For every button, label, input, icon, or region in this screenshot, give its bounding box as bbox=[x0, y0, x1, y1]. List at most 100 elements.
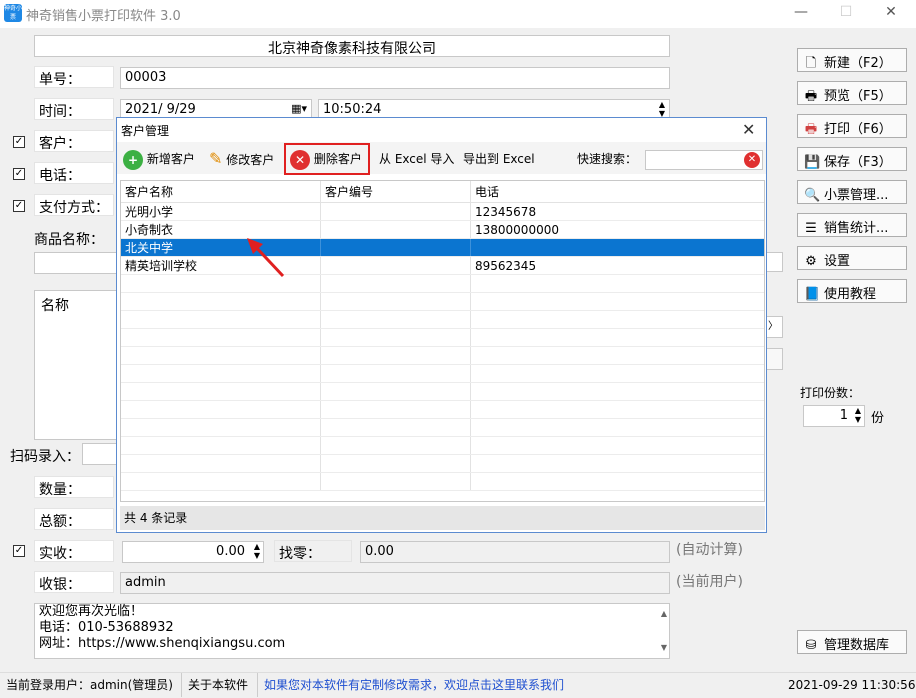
custom-request-link[interactable]: 如果您对本软件有定制修改需求，欢迎点击这里联系我们 bbox=[257, 673, 564, 697]
preview-icon: 🖶 bbox=[804, 89, 818, 104]
footer-line: 电话：010-53688932 bbox=[39, 620, 174, 635]
phone-label: 电话： bbox=[34, 162, 114, 184]
sales-stats-button[interactable]: ☰ 销售统计... bbox=[797, 213, 907, 237]
import-excel-button[interactable]: 从 Excel 导入 bbox=[379, 148, 454, 170]
scroll-down-icon[interactable]: ▼ bbox=[661, 640, 667, 656]
receipt-manage-label: 小票管理... bbox=[824, 188, 889, 203]
cell-code bbox=[321, 239, 471, 256]
quick-search-input[interactable]: ✕ bbox=[645, 150, 763, 170]
delete-customer-button[interactable]: ✕ 删除客户 bbox=[284, 143, 370, 175]
manage-db-button[interactable]: ⛁ 管理数据库 bbox=[797, 630, 907, 654]
product-label: 商品名称： bbox=[34, 232, 104, 248]
about-link[interactable]: 关于本软件 bbox=[181, 673, 248, 697]
edit-customer-button[interactable]: ✎ 修改客户 bbox=[209, 148, 274, 170]
product-list-header: 名称 bbox=[41, 298, 69, 314]
table-row-selected[interactable]: 北关中学 bbox=[121, 239, 764, 257]
stats-icon: ☰ bbox=[805, 221, 817, 236]
column-header-phone[interactable]: 电话 bbox=[471, 181, 764, 202]
delete-customer-label: 删除客户 bbox=[313, 152, 362, 166]
payment-checkbox[interactable]: ✓ bbox=[13, 200, 25, 212]
total-label: 总额： bbox=[34, 508, 114, 530]
settings-label: 设置 bbox=[824, 254, 851, 269]
paid-input[interactable]: 0.00 ▲ ▼ bbox=[122, 541, 264, 563]
export-excel-button[interactable]: 导出到 Excel bbox=[463, 148, 535, 170]
add-customer-button[interactable]: + 新增客户 bbox=[123, 148, 195, 170]
grid-header: 客户名称 客户编号 电话 bbox=[121, 181, 764, 203]
customer-grid: 客户名称 客户编号 电话 光明小学 12345678 小奇制衣 13800000… bbox=[120, 180, 765, 502]
empty-row bbox=[121, 347, 764, 365]
product-input[interactable] bbox=[34, 252, 118, 274]
paid-checkbox[interactable]: ✓ bbox=[13, 545, 25, 557]
edit-customer-label: 修改客户 bbox=[226, 153, 275, 167]
add-customer-label: 新增客户 bbox=[146, 152, 195, 166]
column-header-code[interactable]: 客户编号 bbox=[321, 181, 471, 202]
cell-name: 光明小学 bbox=[121, 203, 321, 220]
preview-button-label: 预览（F5） bbox=[824, 89, 892, 104]
title-bar: 神奇小票 神奇销售小票打印软件 3.0 — ☐ ✕ bbox=[0, 0, 916, 28]
copies-input[interactable]: 1 ▲ ▼ bbox=[803, 405, 865, 427]
order-no-label: 单号： bbox=[34, 66, 114, 88]
cell-phone: 13800000000 bbox=[471, 221, 764, 238]
auto-calc-hint: (自动计算) bbox=[676, 542, 743, 558]
gear-icon: ⚙ bbox=[805, 254, 817, 269]
phone-checkbox[interactable]: ✓ bbox=[13, 168, 25, 180]
table-row[interactable]: 光明小学 12345678 bbox=[121, 203, 764, 221]
clear-search-icon[interactable]: ✕ bbox=[744, 152, 760, 168]
empty-row bbox=[121, 419, 764, 437]
receipt-manage-button[interactable]: 🔍 小票管理... bbox=[797, 180, 907, 204]
window-title: 神奇销售小票打印软件 3.0 bbox=[26, 9, 181, 24]
time-spinner-icon[interactable]: ▲ ▼ bbox=[659, 100, 665, 118]
cell-phone: 89562345 bbox=[471, 257, 764, 274]
cashier-label: 收银： bbox=[34, 571, 114, 593]
paid-spinner-icon[interactable]: ▲ ▼ bbox=[254, 542, 260, 560]
table-row[interactable]: 精英培训学校 89562345 bbox=[121, 257, 764, 275]
scan-label: 扫码录入： bbox=[10, 449, 80, 465]
order-no-field[interactable]: 00003 bbox=[120, 67, 670, 89]
calendar-icon[interactable]: ▦▾ bbox=[291, 102, 307, 115]
minimize-button[interactable]: — bbox=[786, 4, 816, 20]
book-icon: 📘 bbox=[804, 287, 821, 302]
manage-db-label: 管理数据库 bbox=[824, 638, 890, 653]
copies-spinner-icon[interactable]: ▲ ▼ bbox=[855, 406, 861, 424]
column-header-name[interactable]: 客户名称 bbox=[121, 181, 321, 202]
empty-row bbox=[121, 437, 764, 455]
time-value: 10:50:24 bbox=[323, 102, 382, 117]
scan-input[interactable] bbox=[82, 443, 118, 465]
time-label: 时间： bbox=[34, 98, 114, 120]
print-button[interactable]: 🖶 打印（F6） bbox=[797, 114, 907, 138]
product-list[interactable]: 名称 bbox=[34, 290, 118, 440]
dialog-title: 客户管理 bbox=[121, 124, 170, 138]
change-field: 0.00 bbox=[360, 541, 670, 563]
search-icon: 🔍 bbox=[804, 188, 821, 203]
customer-dialog: 客户管理 ✕ + 新增客户 ✎ 修改客户 ✕ 删除客户 从 Excel 导入 导… bbox=[116, 117, 767, 533]
company-name-field[interactable]: 北京神奇像素科技有限公司 bbox=[34, 35, 670, 57]
current-user-hint: (当前用户) bbox=[676, 574, 743, 590]
table-row[interactable]: 小奇制衣 13800000000 bbox=[121, 221, 764, 239]
receipt-footer-text[interactable]: 欢迎您再次光临！ 电话：010-53688932 网址：https://www.… bbox=[34, 603, 670, 659]
settings-button[interactable]: ⚙ 设置 bbox=[797, 246, 907, 270]
database-icon: ⛁ bbox=[805, 638, 817, 653]
save-button[interactable]: 💾 保存（F3） bbox=[797, 147, 907, 171]
preview-button[interactable]: 🖶 预览（F5） bbox=[797, 81, 907, 105]
empty-row bbox=[121, 275, 764, 293]
save-button-label: 保存（F3） bbox=[824, 155, 892, 170]
tutorial-label: 使用教程 bbox=[824, 287, 877, 302]
pencil-icon: ✎ bbox=[209, 149, 223, 168]
empty-row bbox=[121, 473, 764, 491]
maximize-button[interactable]: ☐ bbox=[831, 4, 861, 20]
customer-checkbox[interactable]: ✓ bbox=[13, 136, 25, 148]
cell-code bbox=[321, 221, 471, 238]
dialog-close-button[interactable]: ✕ bbox=[742, 120, 755, 139]
empty-row bbox=[121, 383, 764, 401]
empty-row bbox=[121, 455, 764, 473]
tutorial-button[interactable]: 📘 使用教程 bbox=[797, 279, 907, 303]
red-arrow-annotation bbox=[247, 238, 285, 278]
qty-label: 数量： bbox=[34, 476, 114, 498]
save-icon: 💾 bbox=[804, 155, 821, 170]
scroll-up-icon[interactable]: ▲ bbox=[661, 606, 667, 622]
date-value: 2021/ 9/29 bbox=[125, 102, 196, 117]
datetime-status: 2021-09-29 11:30:56 bbox=[788, 678, 916, 692]
close-button[interactable]: ✕ bbox=[876, 4, 906, 20]
paid-label: 实收： bbox=[34, 540, 114, 562]
new-button[interactable]: 🗋 新建（F2） bbox=[797, 48, 907, 72]
